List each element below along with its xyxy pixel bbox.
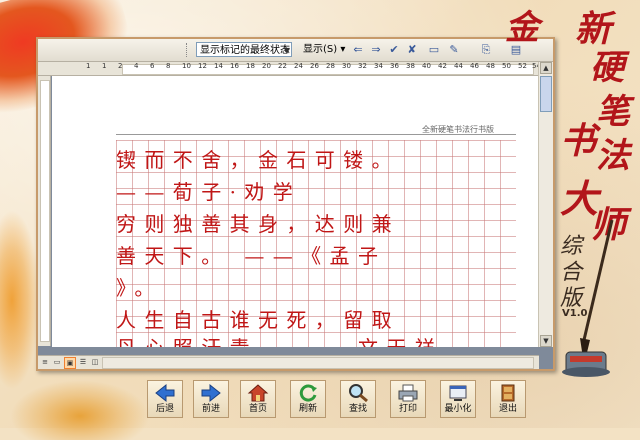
ruler-label: 34 — [374, 62, 383, 70]
ruler-label: 40 — [422, 62, 431, 70]
ruler-label: 38 — [406, 62, 415, 70]
toolbar-grip[interactable] — [186, 43, 190, 57]
show-menu-button[interactable]: 显示(S) ▾ — [300, 42, 348, 57]
text-line: 丹心照汗青。 ——文天祥 — [116, 332, 443, 347]
text-line: 善天下。 ——《孟子 — [116, 244, 387, 268]
vertical-ruler — [38, 76, 51, 346]
search-icon — [349, 384, 368, 403]
vertical-ruler-scale — [40, 80, 50, 342]
reject-change-icon[interactable]: ✘ — [404, 42, 420, 58]
ruler-label: 24 — [294, 62, 303, 70]
home-label: 首页 — [248, 404, 267, 414]
ruler-label: 6 — [150, 62, 155, 70]
orange-paint-splash — [0, 210, 40, 390]
exit-label: 退出 — [498, 404, 517, 414]
refresh-button[interactable]: 刷新 — [290, 380, 326, 418]
scroll-down-icon[interactable]: ▼ — [540, 335, 552, 347]
forward-arrow-icon — [201, 383, 221, 403]
ruler-label: 26 — [310, 62, 319, 70]
title-char: 笔 — [596, 92, 630, 132]
new-comment-icon[interactable]: ▭ — [426, 42, 442, 58]
ruler-label: 30 — [342, 62, 351, 70]
minimize-label: 最小化 — [444, 404, 472, 414]
back-label: 后退 — [155, 404, 174, 414]
ruler-label: 20 — [262, 62, 271, 70]
text-line: ——荀子·劝学 — [116, 180, 302, 204]
title-char: 法 — [596, 136, 630, 176]
minimize-icon — [449, 385, 467, 401]
ruler-label: 14 — [214, 62, 223, 70]
track-changes-icon[interactable]: ⎘ — [478, 42, 494, 58]
accept-change-icon[interactable]: ✔ — [386, 42, 402, 58]
ruler-label: 4 — [134, 62, 139, 70]
ruler-label: 42 — [438, 62, 447, 70]
ruler-label: 8 — [166, 62, 171, 70]
markup-state-select[interactable]: 显示标记的最终状态 ▼ — [196, 42, 292, 57]
forward-button[interactable]: 前进 — [193, 380, 229, 418]
bottom-paint-splash — [10, 380, 150, 440]
forward-label: 前进 — [201, 404, 220, 414]
header-divider — [116, 134, 516, 135]
ruler-label: 50 — [502, 62, 511, 70]
ruler-label: 2 — [118, 62, 123, 70]
title-char: 金 — [505, 8, 539, 48]
refresh-icon — [299, 384, 317, 402]
scroll-thumb[interactable] — [540, 76, 552, 112]
home-button[interactable]: 首页 — [240, 380, 276, 418]
title-char: 书 — [560, 120, 597, 162]
ruler-label: 10 — [182, 62, 191, 70]
search-button[interactable]: 查找 — [340, 380, 376, 418]
print-view-icon[interactable]: ▣ — [64, 357, 76, 369]
web-view-icon[interactable]: ▭ — [52, 357, 62, 367]
ruler-label: 16 — [230, 62, 239, 70]
ruler-label: 12 — [198, 62, 207, 70]
horizontal-ruler: 1 1 2 4 6 8 10 12 14 16 18 20 22 24 26 2… — [38, 62, 553, 76]
exit-button[interactable]: 退出 — [490, 380, 526, 418]
previous-change-icon[interactable]: ⇐ — [350, 42, 366, 58]
title-char: 硬 — [590, 48, 624, 88]
ruler-label: 1 — [102, 62, 107, 70]
view-bar: ≡ ▭ ▣ ☰ ◫ — [38, 355, 539, 369]
minimize-button[interactable]: 最小化 — [440, 380, 476, 418]
outline-view-icon[interactable]: ☰ — [78, 357, 88, 367]
next-change-icon[interactable]: ⇒ — [368, 42, 384, 58]
ruler-label: 1 — [86, 62, 91, 70]
ruler-label: 28 — [326, 62, 335, 70]
printer-icon — [398, 384, 418, 402]
reviewing-toolbar: 显示标记的最终状态 ▼ 显示(S) ▾ ⇐ ⇒ ✔ ✘ ▭ ✎ ⎘ ▤ — [38, 39, 553, 62]
text-line: 穷则独善其身，达则兼 — [116, 212, 400, 236]
ruler-label: 22 — [278, 62, 287, 70]
print-button[interactable]: 打印 — [390, 380, 426, 418]
print-label: 打印 — [398, 404, 417, 414]
ruler-label: 48 — [486, 62, 495, 70]
text-line: 人生自古谁无死，留取 — [116, 308, 400, 332]
ruler-label: 44 — [454, 62, 463, 70]
back-button[interactable]: 后退 — [147, 380, 183, 418]
refresh-label: 刷新 — [298, 404, 317, 414]
exit-door-icon — [501, 384, 515, 402]
ruler-label: 18 — [246, 62, 255, 70]
back-arrow-icon — [155, 383, 175, 403]
chevron-down-icon: ▼ — [283, 46, 290, 55]
ruler-label: 32 — [358, 62, 367, 70]
text-line: 锲而不舍，金石可镂。 — [116, 148, 400, 172]
search-label: 查找 — [348, 404, 367, 414]
document-page[interactable]: 全新硬笔书法行书版 锲而不舍，金石可镂。 ——荀子·劝学 穷则独善其身，达则兼 … — [52, 76, 538, 347]
brush-ink-illustration — [562, 220, 614, 377]
show-menu-label: 显示(S) — [303, 44, 338, 55]
vertical-scrollbar[interactable]: ▲ ▼ — [538, 62, 553, 347]
home-icon — [247, 384, 269, 402]
scroll-up-icon[interactable]: ▲ — [540, 62, 552, 74]
markup-state-value: 显示标记的最终状态 — [200, 45, 290, 56]
reading-view-icon[interactable]: ◫ — [90, 357, 100, 367]
highlight-icon[interactable]: ✎ — [446, 42, 462, 58]
normal-view-icon[interactable]: ≡ — [40, 357, 50, 367]
horizontal-scrollbar[interactable] — [102, 357, 534, 369]
text-line: 》。 — [116, 276, 163, 300]
ruler-label: 36 — [390, 62, 399, 70]
ruler-label: 46 — [470, 62, 479, 70]
ruler-label: 52 — [518, 62, 527, 70]
document-window: 显示标记的最终状态 ▼ 显示(S) ▾ ⇐ ⇒ ✔ ✘ ▭ ✎ ⎘ ▤ 1 1 … — [36, 37, 555, 371]
